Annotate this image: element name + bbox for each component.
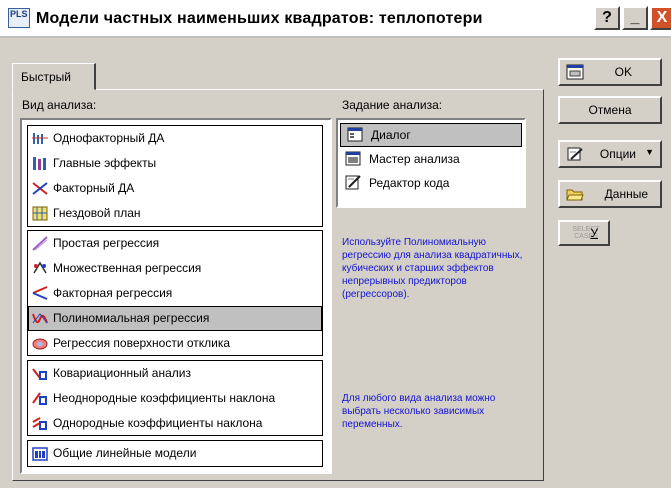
window-title: Модели частных наименьших квадратов: теп…: [36, 10, 483, 27]
list-item-factorial-regression[interactable]: Факторная регрессия: [28, 281, 322, 306]
response-surface-icon: [32, 336, 48, 351]
list-item-main-effects[interactable]: Главные эффекты: [28, 151, 322, 176]
analysis-type-label: Вид анализа:: [22, 98, 97, 112]
regression-group: Простая регрессия Множественная регресси…: [27, 230, 323, 356]
title-bar: PLS Модели частных наименьших квадратов:…: [0, 0, 671, 38]
pls-app-icon: PLS: [8, 8, 30, 28]
select-cases-letter: У: [590, 226, 598, 240]
list-item-label: Множественная регрессия: [53, 261, 202, 275]
list-item-factorial-anova[interactable]: Факторный ДА: [28, 176, 322, 201]
multiple-regression-icon: [32, 261, 48, 276]
glm-group: Общие линейные модели: [27, 440, 323, 467]
main-effects-icon: [32, 156, 48, 171]
list-item-label: Общие линейные модели: [53, 446, 197, 460]
factorial-regression-icon: [32, 286, 48, 301]
list-item-label: Регрессия поверхности отклика: [53, 336, 231, 350]
list-item-label: Гнездовой план: [53, 206, 141, 220]
simple-regression-icon: [32, 236, 48, 251]
ok-label: OK: [614, 65, 632, 79]
nested-design-icon: [32, 206, 48, 221]
list-item-response-surface[interactable]: Регрессия поверхности отклика: [28, 331, 322, 356]
list-item-label: Простая регрессия: [53, 236, 160, 250]
list-item-label: Главные эффекты: [53, 156, 157, 170]
ancova-group: Ковариационный анализ Неоднородные коэфф…: [27, 360, 323, 436]
polynomial-help-text: Используйте Полиномиальную регрессию для…: [342, 237, 523, 300]
chevron-down-icon: ▼: [645, 147, 654, 157]
dialog-icon: [347, 127, 363, 142]
minimize-button[interactable]: _: [622, 6, 648, 30]
task-item-label: Диалог: [371, 128, 411, 142]
glm-icon: [32, 446, 48, 461]
select-cases-label: SELECT CASES: [572, 226, 600, 240]
analysis-type-list[interactable]: Однофакторный ДА Главные эффекты Факторн…: [20, 118, 332, 474]
anova-group: Однофакторный ДА Главные эффекты Факторн…: [27, 125, 323, 227]
help-button[interactable]: ?: [594, 6, 620, 30]
open-folder-icon: [566, 186, 584, 202]
data-label: Данные: [604, 187, 648, 201]
close-button[interactable]: X: [650, 6, 671, 30]
wizard-icon: [345, 151, 361, 166]
list-item-label: Полиномиальная регрессия: [53, 311, 210, 325]
code-editor-icon: [345, 175, 361, 190]
list-item-label: Однофакторный ДА: [53, 131, 165, 145]
data-button[interactable]: Данные: [558, 180, 662, 208]
analysis-task-label: Задание анализа:: [342, 98, 443, 112]
list-item-oneway-anova[interactable]: Однофакторный ДА: [28, 126, 322, 151]
list-item-label: Факторная регрессия: [53, 286, 173, 300]
homogeneous-slopes-icon: [32, 416, 48, 431]
separate-slopes-icon: [32, 391, 48, 406]
list-item-nested-design[interactable]: Гнездовой план: [28, 201, 322, 226]
list-item-simple-regression[interactable]: Простая регрессия: [28, 231, 322, 256]
analysis-task-list[interactable]: Диалог Мастер анализа Редактор кода: [336, 118, 526, 208]
ancova-icon: [32, 366, 48, 381]
list-item-label: Однородные коэффициенты наклона: [53, 416, 263, 430]
options-label: Опции: [599, 147, 636, 161]
oneway-anova-icon: [32, 131, 48, 146]
list-item-multiple-regression[interactable]: Множественная регрессия: [28, 256, 322, 281]
factorial-anova-icon: [32, 181, 48, 196]
task-item-dialog[interactable]: Диалог: [340, 123, 522, 147]
list-item-ancova[interactable]: Ковариационный анализ: [28, 361, 322, 386]
list-item-label: Ковариационный анализ: [53, 366, 191, 380]
ok-button[interactable]: OK: [558, 58, 662, 86]
task-item-wizard[interactable]: Мастер анализа: [338, 147, 524, 171]
dependent-help-text: Для любого вида анализа можно выбрать не…: [342, 393, 496, 430]
cancel-button[interactable]: Отмена: [558, 96, 662, 124]
list-item-separate-slopes[interactable]: Неоднородные коэффициенты наклона: [28, 386, 322, 411]
options-icon: [566, 146, 584, 162]
ok-icon: [566, 64, 584, 80]
list-item-glm[interactable]: Общие линейные модели: [28, 441, 322, 466]
task-item-label: Мастер анализа: [369, 152, 460, 166]
options-button[interactable]: Опции ▼: [558, 140, 662, 168]
list-item-homogeneous-slopes[interactable]: Однородные коэффициенты наклона: [28, 411, 322, 436]
list-item-label: Неоднородные коэффициенты наклона: [53, 391, 276, 405]
list-item-polynomial-regression[interactable]: Полиномиальная регрессия: [28, 306, 322, 331]
tab-quick[interactable]: Быстрый: [12, 63, 96, 90]
list-item-label: Факторный ДА: [53, 181, 135, 195]
task-item-label: Редактор кода: [369, 176, 450, 190]
polynomial-regression-icon: [32, 311, 48, 326]
select-cases-button[interactable]: SELECT CASES У: [558, 220, 610, 246]
task-item-code-editor[interactable]: Редактор кода: [338, 171, 524, 195]
